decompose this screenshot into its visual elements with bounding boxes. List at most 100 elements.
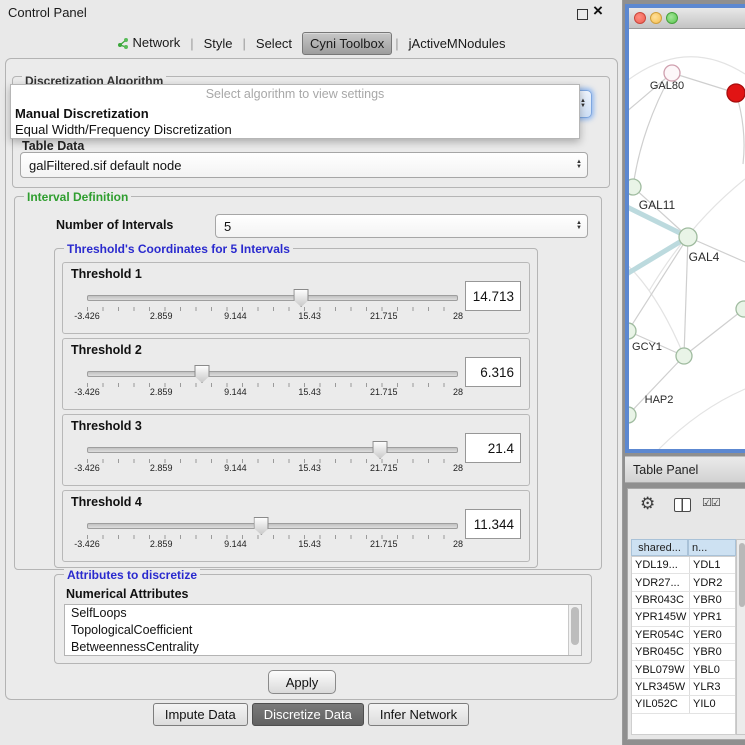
scrollbar-thumb[interactable] xyxy=(739,543,745,607)
cell: YIL0 xyxy=(689,696,735,712)
node-label-gal11: GAL11 xyxy=(639,198,676,212)
tab-network[interactable]: Network xyxy=(110,32,188,55)
apply-button[interactable]: Apply xyxy=(268,670,336,694)
threshold-1-value-field[interactable]: 14.713 xyxy=(465,281,521,311)
node-hap2[interactable] xyxy=(629,407,636,423)
table-row[interactable]: YBR043CYBR0 xyxy=(632,592,735,609)
cell: YPR145W xyxy=(632,609,689,625)
table-row[interactable]: YDL19...YDL1 xyxy=(632,557,735,574)
tab-infer-network[interactable]: Infer Network xyxy=(368,703,469,726)
window-title: Control Panel xyxy=(8,5,87,20)
column-header-shared-name[interactable]: shared... xyxy=(631,539,688,556)
threshold-1-slider[interactable] xyxy=(87,289,458,305)
tab-cyni-toolbox[interactable]: Cyni Toolbox xyxy=(302,32,392,55)
slider-thumb[interactable] xyxy=(254,517,269,535)
tab-discretize-data[interactable]: Discretize Data xyxy=(252,703,364,726)
num-intervals-label: Number of Intervals xyxy=(56,218,173,232)
stepper-arrows-icon: ▲▼ xyxy=(576,221,582,231)
threshold-4-slider[interactable] xyxy=(87,517,458,533)
gear-icon[interactable]: ⚙ xyxy=(640,494,655,514)
tab-select[interactable]: Select xyxy=(249,33,299,54)
node-gal11[interactable] xyxy=(629,179,641,195)
close-icon[interactable]: × xyxy=(593,1,603,21)
scale-tick-label: 9.144 xyxy=(224,539,247,549)
slider-track xyxy=(87,523,458,529)
scale-tick-label: 9.144 xyxy=(224,311,247,321)
node-unlabeled[interactable] xyxy=(676,348,692,364)
node-gcy1[interactable] xyxy=(629,323,636,339)
algorithm-dropdown-popup: Select algorithm to view settings Manual… xyxy=(10,84,580,139)
tab-impute-data[interactable]: Impute Data xyxy=(153,703,248,726)
node-gal4[interactable] xyxy=(679,228,697,246)
table-data-label: Table Data xyxy=(22,139,84,153)
threshold-3-slider[interactable] xyxy=(87,441,458,457)
numerical-attributes-label: Numerical Attributes xyxy=(66,587,188,601)
close-traffic-light-icon[interactable] xyxy=(634,12,646,24)
scale-tick-label: 15.43 xyxy=(298,311,321,321)
slider-thumb[interactable] xyxy=(195,365,210,383)
algorithm-placeholder: Select algorithm to view settings xyxy=(11,85,579,106)
table-row[interactable]: YER054CYER0 xyxy=(632,627,735,644)
threshold-4-value-field[interactable]: 11.344 xyxy=(465,509,521,539)
node-label-hap2: HAP2 xyxy=(645,394,674,406)
threshold-2-slider[interactable] xyxy=(87,365,458,381)
table-scrollbar[interactable] xyxy=(736,539,745,735)
scale-tick-label: -3.426 xyxy=(74,539,100,549)
network-window-titlebar xyxy=(629,8,745,29)
table-body[interactable]: YDL19...YDL1 YDR27...YDR2 YBR043CYBR0 YP… xyxy=(631,556,736,735)
table-data-combo[interactable]: galFiltered.sif default node ▲▼ xyxy=(20,152,588,178)
table-row[interactable]: YBL079WYBL0 xyxy=(632,661,735,678)
table-row[interactable]: YLR345WYLR3 xyxy=(632,679,735,696)
slider-scale-labels: -3.4262.8599.14415.4321.71528 xyxy=(87,539,458,549)
table-row[interactable]: YDR27...YDR2 xyxy=(632,574,735,591)
columns-icon[interactable] xyxy=(674,498,691,512)
list-item[interactable]: TopologicalCoefficient xyxy=(65,622,581,639)
node-selected-red[interactable] xyxy=(727,84,745,102)
scale-tick-label: 15.43 xyxy=(298,387,321,397)
tab-separator: | xyxy=(243,36,246,51)
table-data-value: galFiltered.sif default node xyxy=(29,153,181,177)
cell: YDR27... xyxy=(632,574,689,590)
zoom-traffic-light-icon[interactable] xyxy=(666,12,678,24)
checkbox-filter-icon[interactable]: ☑☑ xyxy=(702,496,720,509)
threshold-2-box: Threshold 2 -3.4262.8599.14415.4321.7152… xyxy=(62,338,530,410)
attributes-list[interactable]: SelfLoops TopologicalCoefficient Between… xyxy=(64,604,582,656)
network-nodes[interactable] xyxy=(629,65,745,423)
cell: YBR043C xyxy=(632,592,689,608)
slider-scale-labels: -3.4262.8599.14415.4321.71528 xyxy=(87,311,458,321)
slider-scale-labels: -3.4262.8599.14415.4321.71528 xyxy=(87,387,458,397)
scrollbar-thumb[interactable] xyxy=(571,607,579,645)
restore-icon[interactable] xyxy=(577,9,588,20)
threshold-3-value-field[interactable]: 21.4 xyxy=(465,433,521,463)
bottom-tab-bar: Impute Data Discretize Data Infer Networ… xyxy=(0,702,622,726)
cell: YPR1 xyxy=(689,609,735,625)
cell: YBR0 xyxy=(689,592,735,608)
minimize-traffic-light-icon[interactable] xyxy=(650,12,662,24)
list-item[interactable]: SelfLoops xyxy=(65,605,581,622)
slider-thumb[interactable] xyxy=(294,289,309,307)
network-canvas[interactable]: GAL80 GAL11 GAL4 GCY1 HAP2 xyxy=(629,29,745,449)
tab-jactivemodules[interactable]: jActiveMNodules xyxy=(402,33,513,54)
table-row[interactable]: YBR045CYBR0 xyxy=(632,644,735,661)
scale-tick-label: 2.859 xyxy=(150,311,173,321)
cell: YLR345W xyxy=(632,679,689,695)
algorithm-option-manual[interactable]: Manual Discretization xyxy=(11,106,579,122)
column-header-name[interactable]: n... xyxy=(688,539,736,556)
scale-tick-label: 21.715 xyxy=(370,387,398,397)
algorithm-option-equal-width[interactable]: Equal Width/Frequency Discretization xyxy=(11,122,579,138)
cell: YDL1 xyxy=(689,557,735,573)
threshold-2-value-field[interactable]: 6.316 xyxy=(465,357,521,387)
cell: YBR045C xyxy=(632,644,689,660)
table-row[interactable]: YIL052CYIL0 xyxy=(632,696,735,713)
scale-tick-label: 21.715 xyxy=(370,463,398,473)
table-row[interactable]: YPR145WYPR1 xyxy=(632,609,735,626)
num-intervals-combo[interactable]: 5 ▲▼ xyxy=(215,214,588,238)
list-item[interactable]: BetweennessCentrality xyxy=(65,639,581,656)
tab-separator: | xyxy=(395,36,398,51)
slider-thumb[interactable] xyxy=(373,441,388,459)
tab-style[interactable]: Style xyxy=(197,33,240,54)
scale-tick-label: 21.715 xyxy=(370,311,398,321)
node-gal80[interactable] xyxy=(664,65,680,81)
node-label-gcy1: GCY1 xyxy=(632,341,662,353)
list-scrollbar[interactable] xyxy=(568,605,581,655)
